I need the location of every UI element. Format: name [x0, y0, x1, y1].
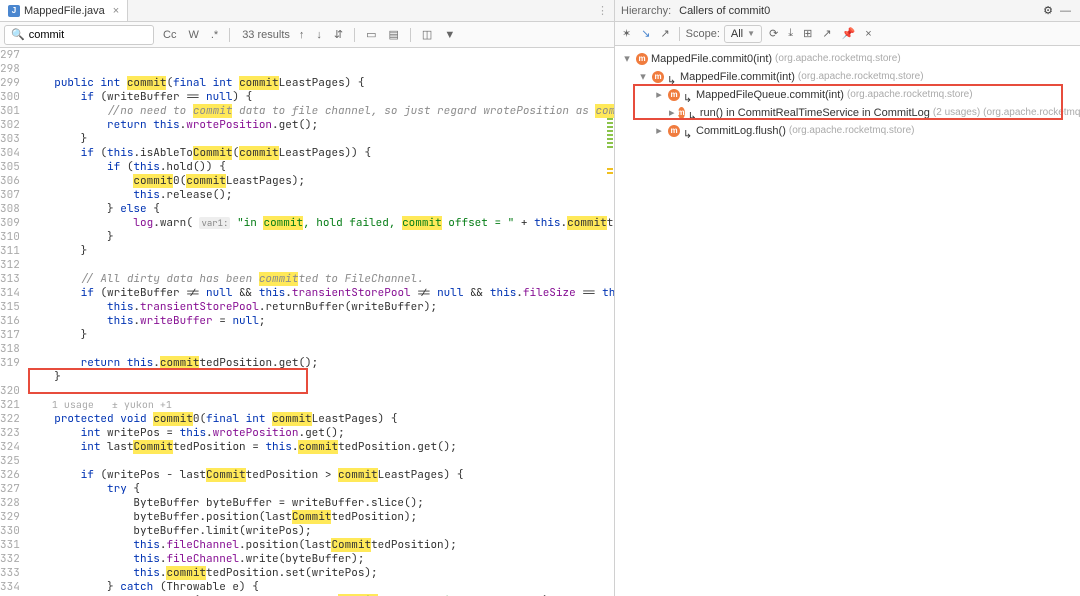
- callees-icon[interactable]: ↗: [657, 27, 672, 40]
- method-icon: m: [636, 53, 648, 65]
- tree-node[interactable]: ▸m↳MappedFileQueue.commit(int) (org.apac…: [617, 86, 1078, 104]
- tree-node[interactable]: ▸m↳CommitLog.flush() (org.apache.rocketm…: [617, 122, 1078, 140]
- method-icon: m: [668, 125, 680, 137]
- tree-node-label: MappedFile.commit0(int): [651, 50, 772, 68]
- hierarchy-toolbar: ✶ ↘ ↗ Scope: All ▼ ⟳ ⤓ ⊞ ↗ 📌 ×: [615, 22, 1080, 46]
- autoscroll-icon[interactable]: ⤓: [785, 27, 796, 40]
- method-icon: m: [652, 71, 664, 83]
- words-button[interactable]: W: [185, 29, 201, 41]
- tab-close-icon[interactable]: ×: [113, 5, 119, 17]
- hide-icon[interactable]: —: [1057, 5, 1074, 17]
- override-icon: ↳: [683, 90, 693, 100]
- package-label: (org.apache.rocketmq.store): [847, 86, 973, 104]
- search-input-wrapper[interactable]: 🔍: [4, 25, 154, 45]
- package-label: (org.apache.rocketmq.store): [775, 50, 901, 68]
- method-icon: m: [678, 107, 685, 119]
- code-content[interactable]: public int commit(final int commitLeastP…: [28, 48, 614, 596]
- filter-icon[interactable]: ▼: [441, 29, 458, 41]
- tree-twistie-icon[interactable]: ▾: [621, 50, 633, 68]
- editor-tab-bar: J MappedFile.java × ⋮: [0, 0, 614, 22]
- override-icon: ↳: [688, 108, 697, 118]
- hierarchy-tree[interactable]: ▾mMappedFile.commit0(int) (org.apache.ro…: [615, 46, 1080, 144]
- package-label: (org.apache.rocketmq.store): [983, 104, 1080, 122]
- toolbar-icon[interactable]: ▭: [363, 28, 379, 41]
- scope-label: Scope:: [686, 28, 720, 40]
- tree-node[interactable]: ▾mMappedFile.commit0(int) (org.apache.ro…: [617, 50, 1078, 68]
- tree-twistie-icon[interactable]: ▸: [653, 122, 665, 140]
- usages-count: (2 usages): [933, 104, 980, 122]
- marker-stripe[interactable]: [604, 48, 614, 596]
- export-icon[interactable]: ↗: [819, 27, 834, 40]
- override-icon: ↳: [683, 126, 693, 136]
- refresh-icon[interactable]: ⟳: [766, 27, 781, 40]
- gear-icon[interactable]: ⚙: [1043, 4, 1053, 17]
- tree-node-label: CommitLog.flush(): [696, 122, 786, 140]
- line-gutter: 2972982993003013023033043053063073083093…: [0, 48, 28, 596]
- tree-node-label: MappedFileQueue.commit(int): [696, 86, 844, 104]
- regex-button[interactable]: .*: [208, 29, 221, 41]
- override-icon: ↳: [667, 72, 677, 82]
- scope-selector[interactable]: All ▼: [724, 25, 762, 43]
- package-label: (org.apache.rocketmq.store): [798, 68, 924, 86]
- pin-icon[interactable]: 📌: [839, 27, 859, 40]
- java-file-icon: J: [8, 5, 20, 17]
- tab-filename: MappedFile.java: [24, 5, 105, 17]
- chevron-down-icon: ▼: [747, 29, 755, 38]
- tree-node-label: run() in CommitRealTimeService in Commit…: [700, 104, 930, 122]
- search-icon: 🔍: [11, 28, 25, 41]
- tree-twistie-icon[interactable]: ▸: [653, 86, 665, 104]
- next-match-icon[interactable]: ↓: [313, 29, 325, 41]
- close-icon[interactable]: ×: [862, 28, 874, 40]
- prev-match-icon[interactable]: ↑: [296, 29, 308, 41]
- hierarchy-title: Callers of commit0: [679, 5, 770, 17]
- results-count: 33 results: [242, 29, 290, 41]
- select-all-icon[interactable]: ⇵: [331, 28, 346, 41]
- tree-node-label: MappedFile.commit(int): [680, 68, 795, 86]
- toolbar-icon[interactable]: ◫: [419, 28, 435, 41]
- expand-icon[interactable]: ⊞: [800, 27, 815, 40]
- tree-twistie-icon[interactable]: ▾: [637, 68, 649, 86]
- editor-tab[interactable]: J MappedFile.java ×: [0, 0, 128, 21]
- tree-node[interactable]: ▾m↳MappedFile.commit(int) (org.apache.ro…: [617, 68, 1078, 86]
- tree-twistie-icon[interactable]: ▸: [669, 104, 675, 122]
- match-case-button[interactable]: Cc: [160, 29, 179, 41]
- hierarchy-header: Hierarchy: Callers of commit0 ⚙ —: [615, 0, 1080, 22]
- method-icon: m: [668, 89, 680, 101]
- tree-node[interactable]: ▸m↳run() in CommitRealTimeService in Com…: [617, 104, 1078, 122]
- package-label: (org.apache.rocketmq.store): [789, 122, 915, 140]
- hierarchy-title-prefix: Hierarchy:: [621, 5, 671, 17]
- search-input[interactable]: [29, 29, 147, 41]
- tab-more-icon[interactable]: ⋮: [597, 4, 614, 17]
- find-toolbar: 🔍 Cc W .* 33 results ↑ ↓ ⇵ ▭ ▤ ◫ ▼: [0, 22, 614, 48]
- toolbar-icon[interactable]: ▤: [386, 28, 402, 41]
- callers-icon[interactable]: ↘: [638, 27, 653, 40]
- code-editor[interactable]: 2972982993003013023033043053063073083093…: [0, 48, 614, 596]
- star-icon[interactable]: ✶: [619, 27, 634, 40]
